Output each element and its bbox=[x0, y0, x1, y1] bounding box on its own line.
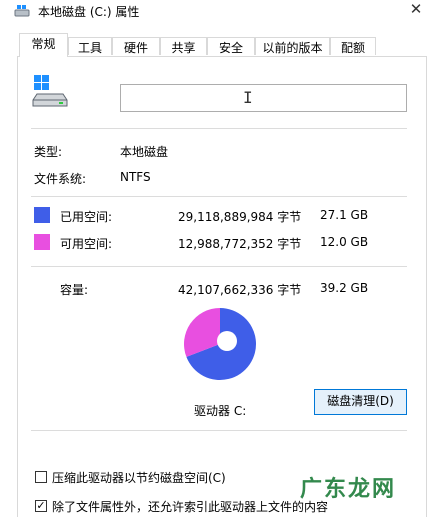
used-space-label: 已用空间: bbox=[60, 210, 113, 224]
tab-label: 安全 bbox=[218, 41, 243, 55]
tab-sharing[interactable]: 共享 bbox=[160, 37, 207, 55]
tab-tools[interactable]: 工具 bbox=[68, 37, 112, 55]
capacity-bytes: 42,107,662,336 字节 bbox=[178, 283, 302, 297]
tab-previous-versions[interactable]: 以前的版本 bbox=[255, 37, 330, 55]
filesystem-label: 文件系统: bbox=[34, 172, 87, 186]
index-label: 除了文件属性外，还允许索引此驱动器上文件的内容 bbox=[52, 500, 329, 514]
tab-general[interactable]: 常规 bbox=[19, 33, 68, 57]
volume-name-input[interactable] bbox=[120, 84, 407, 112]
pie-hole bbox=[217, 331, 237, 351]
tab-bar: 常规 工具 硬件 共享 安全 以前的版本 配额 bbox=[0, 32, 439, 58]
used-space-bytes: 29,118,889,984 字节 bbox=[178, 210, 302, 224]
tab-label: 常规 bbox=[31, 37, 56, 51]
tab-security[interactable]: 安全 bbox=[207, 37, 255, 55]
divider bbox=[31, 128, 407, 129]
tab-label: 共享 bbox=[171, 41, 196, 55]
drive-label: 驱动器 C: bbox=[194, 404, 247, 418]
disk-usage-chart bbox=[184, 308, 256, 380]
tab-label: 配额 bbox=[340, 41, 365, 55]
type-label: 类型: bbox=[34, 145, 63, 159]
text-cursor-icon: I bbox=[243, 88, 253, 107]
divider bbox=[31, 430, 407, 431]
tab-quota[interactable]: 配额 bbox=[330, 37, 376, 55]
tab-label: 硬件 bbox=[123, 41, 148, 55]
compress-checkbox[interactable] bbox=[35, 471, 47, 483]
divider bbox=[31, 266, 407, 267]
tab-hardware[interactable]: 硬件 bbox=[112, 37, 160, 55]
type-value: 本地磁盘 bbox=[120, 145, 169, 159]
tab-label: 工具 bbox=[77, 41, 102, 55]
free-space-label: 可用空间: bbox=[60, 237, 113, 251]
free-space-swatch bbox=[34, 234, 50, 250]
tab-label: 以前的版本 bbox=[262, 41, 323, 55]
windows-drive-icon bbox=[31, 72, 69, 110]
compress-label: 压缩此驱动器以节约磁盘空间(C) bbox=[52, 471, 226, 485]
window-title: 本地磁盘 (C:) 属性 bbox=[38, 5, 140, 19]
title-bar: 本地磁盘 (C:) 属性 ✕ bbox=[0, 0, 439, 26]
used-space-size: 27.1 GB bbox=[320, 208, 369, 222]
used-space-swatch bbox=[34, 207, 50, 223]
divider bbox=[31, 196, 407, 197]
watermark: 广东龙网 bbox=[300, 476, 397, 502]
index-checkbox[interactable]: ✓ bbox=[35, 500, 47, 512]
filesystem-value: NTFS bbox=[120, 170, 151, 184]
drive-icon bbox=[14, 4, 30, 18]
disk-cleanup-button[interactable]: 磁盘清理(D) bbox=[314, 389, 407, 415]
capacity-size: 39.2 GB bbox=[320, 281, 369, 295]
close-button[interactable]: ✕ bbox=[404, 0, 428, 20]
free-space-size: 12.0 GB bbox=[320, 235, 369, 249]
free-space-bytes: 12,988,772,352 字节 bbox=[178, 237, 302, 251]
capacity-label: 容量: bbox=[60, 283, 89, 297]
